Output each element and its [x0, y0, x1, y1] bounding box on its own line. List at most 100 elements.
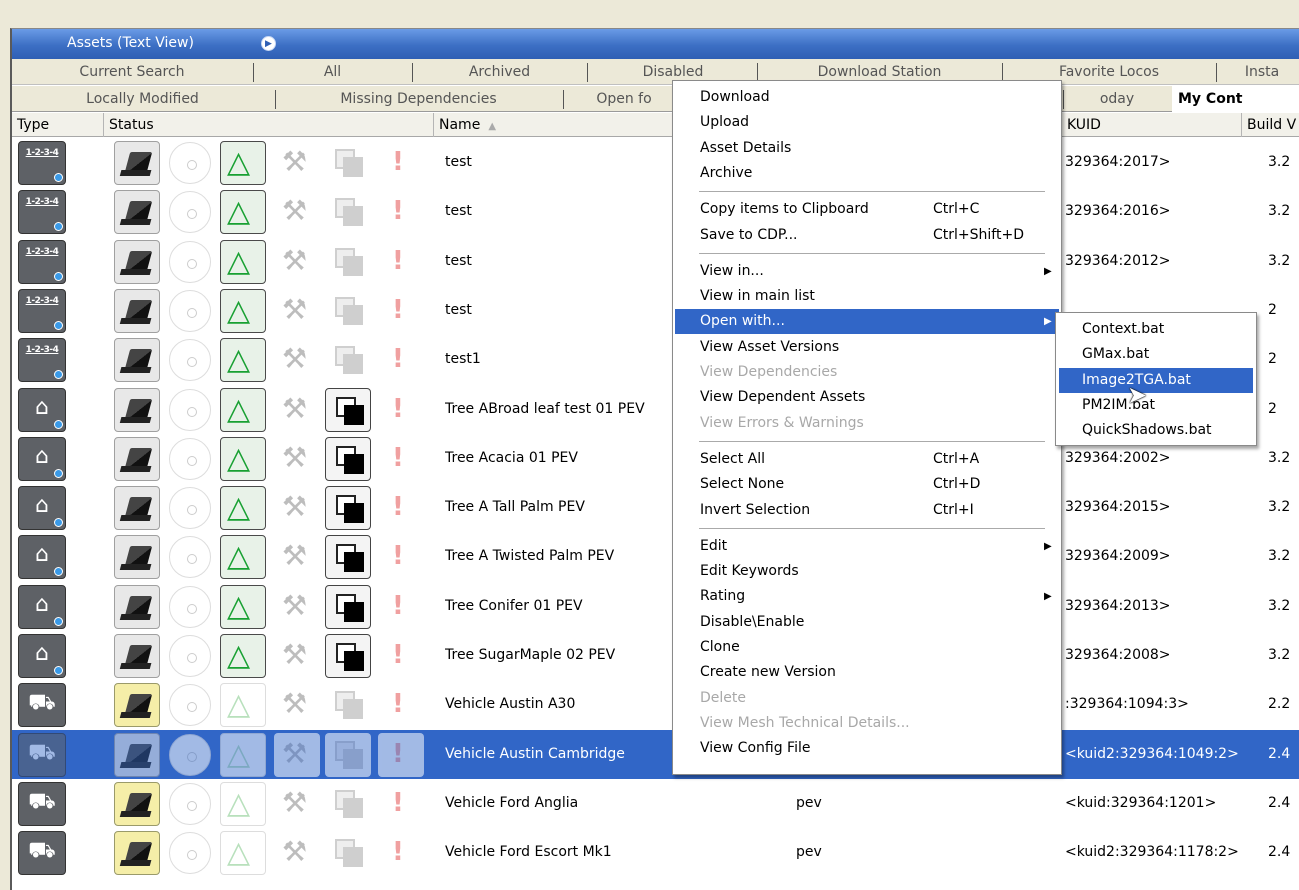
tab-row2-2[interactable]: Open fo	[564, 86, 684, 112]
menu-item-shortcut: Ctrl+A	[933, 450, 980, 467]
tab-row2-1[interactable]: Missing Dependencies	[276, 86, 561, 112]
menu-item-view-in[interactable]: View in... ▶	[675, 259, 1059, 284]
submenu-item-pm2im-bat[interactable]: PM2IM.bat	[1059, 393, 1253, 418]
schedule-type-icon: 1-2-3-4	[18, 239, 66, 284]
column-header-name[interactable]: Name ▲	[434, 113, 684, 137]
laptop-shape	[123, 497, 153, 522]
menu-item-asset-details[interactable]: Asset Details	[675, 136, 1059, 161]
tab-row2-4[interactable]: oday	[1064, 86, 1170, 112]
tools-glyph: ⚒	[282, 736, 308, 770]
disc-icon	[169, 388, 211, 431]
column-header-status[interactable]: Status	[104, 113, 434, 137]
laptop-icon	[114, 288, 160, 333]
exclamation-icon: !	[378, 781, 424, 826]
menu-item-edit[interactable]: Edit ▶	[675, 534, 1059, 559]
tab-2[interactable]: Archived	[413, 59, 586, 85]
asset-kuid: 329364:2015>	[1065, 499, 1171, 516]
menu-item-disable-enable[interactable]: Disable\Enable	[675, 610, 1059, 635]
column-header-type[interactable]: Type	[12, 113, 104, 137]
table-row[interactable]: ⛟ △ ⚒! Vehicle Austin A30:329364:1094:3> 2.2	[12, 680, 1299, 730]
submenu-item-label: GMax.bat	[1082, 346, 1150, 363]
menu-item-rating[interactable]: Rating ▶	[675, 584, 1059, 609]
menu-item-create-new-version[interactable]: Create new Version	[675, 660, 1059, 685]
menu-item-label: Clone	[700, 639, 740, 655]
copy-front	[344, 651, 364, 671]
tab-6[interactable]: Insta	[1217, 59, 1299, 85]
laptop-icon	[114, 387, 160, 432]
submenu-item-gmax-bat[interactable]: GMax.bat	[1059, 342, 1253, 367]
laptop-icon	[114, 732, 160, 777]
menu-item-invert-selection[interactable]: Invert Selection Ctrl+I	[675, 498, 1059, 523]
table-row[interactable]: 1-2-3-4 △ ⚒! test 329364:2016> 3.2	[12, 187, 1299, 237]
submenu-item-image2tga-bat[interactable]: Image2TGA.bat	[1059, 367, 1253, 393]
tab-separator	[275, 90, 276, 109]
house-icon: ⌂	[35, 443, 49, 469]
exclamation-glyph: !	[392, 196, 404, 227]
schedule-type-icon: 1-2-3-4	[18, 288, 66, 333]
car-icon: ⛟	[28, 739, 56, 765]
context-menu: Download Upload Asset Details Archive Copy i…	[672, 80, 1062, 775]
submenu-item-context-bat[interactable]: Context.bat	[1059, 317, 1253, 342]
menu-item-download[interactable]: Download	[675, 85, 1059, 110]
asset-build: 3.2	[1268, 203, 1291, 220]
tab-row2-5[interactable]: My Cont	[1172, 86, 1299, 112]
menu-item-view-in-main-list[interactable]: View in main list	[675, 284, 1059, 309]
triangle-icon: △	[220, 732, 266, 777]
table-row[interactable]: ⌂ △ ⚒! Tree A Tall Palm PEV 329364:2015> 3.2	[12, 483, 1299, 533]
laptop-shape	[123, 201, 153, 226]
menu-item-edit-keywords[interactable]: Edit Keywords	[675, 559, 1059, 584]
table-row[interactable]: 1-2-3-4 △ ⚒! test 329364:2012> 3.2	[12, 236, 1299, 286]
table-row[interactable]: ⌂ △ ⚒! Tree SugarMaple 02 PEV 329364:2008> 3.…	[12, 631, 1299, 680]
vehicle-type-icon: ⛟	[18, 831, 66, 876]
submenu-arrow-icon: ▶	[1044, 540, 1052, 552]
menu-item-archive[interactable]: Archive	[675, 161, 1059, 186]
triangle-icon: △	[220, 781, 266, 826]
menu-item-open-with[interactable]: Open with... ▶	[675, 309, 1059, 335]
table-row[interactable]: ⛟△⚒!Vehicle Austin Cambridgepev<kuid2:32…	[12, 729, 1299, 779]
menu-item-shortcut: Ctrl+D	[933, 476, 981, 493]
menu-item-view-config-file[interactable]: View Config File	[675, 736, 1059, 761]
play-icon[interactable]: ▶	[261, 36, 276, 51]
table-row[interactable]: ⛟ △ ⚒! Vehicle Ford Anglia pev <kuid:329364:1…	[12, 778, 1299, 828]
house-icon: ⌂	[35, 591, 49, 617]
triangle-glyph: △	[227, 194, 251, 230]
triangle-icon: △	[220, 634, 266, 678]
title-bar[interactable]: Assets (Text View) ▶	[12, 29, 1299, 59]
column-header-kuid[interactable]: KUID	[1062, 113, 1242, 137]
copy-front	[343, 699, 363, 720]
menu-item-select-none[interactable]: Select None Ctrl+D	[675, 472, 1059, 497]
table-row[interactable]: 1-2-3-4 △ ⚒! test 329364:2017> 3.2	[12, 138, 1299, 187]
column-header-name-label: Name	[439, 117, 481, 133]
menu-item-view-asset-versions[interactable]: View Asset Versions	[675, 335, 1059, 360]
column-header-build[interactable]: Build V	[1242, 113, 1299, 137]
asset-kuid: 329364:2016>	[1065, 203, 1171, 220]
tools-glyph: ⚒	[282, 539, 308, 573]
tools-icon: ⚒	[274, 436, 320, 481]
triangle-icon: △	[220, 190, 266, 235]
tools-glyph: ⚒	[282, 687, 308, 721]
column-header-type-label: Type	[17, 117, 50, 133]
laptop-icon	[114, 436, 160, 481]
exclamation-icon: !	[378, 584, 424, 629]
menu-item-label: View Dependent Assets	[700, 389, 866, 406]
menu-item-view-dependent-assets[interactable]: View Dependent Assets	[675, 385, 1059, 410]
menu-item-clone[interactable]: Clone	[675, 635, 1059, 660]
menu-item-upload[interactable]: Upload	[675, 110, 1059, 135]
menu-item-save-to-cdp[interactable]: Save to CDP... Ctrl+Shift+D	[675, 223, 1059, 248]
tab-1[interactable]: All	[254, 59, 411, 85]
menu-separator	[699, 440, 1045, 442]
info-dot-icon	[54, 271, 63, 281]
exclamation-icon: !	[378, 288, 424, 333]
table-row[interactable]: ⌂ △ ⚒! Tree A Twisted Palm PEV 329364:2009> 3…	[12, 532, 1299, 582]
copy-icon	[325, 141, 371, 185]
copy-front	[343, 797, 363, 818]
table-row[interactable]: ⌂ △ ⚒! Tree Conifer 01 PEV 329364:2013> 3.2	[12, 581, 1299, 631]
menu-item-copy-items-to-clipboard[interactable]: Copy items to Clipboard Ctrl+C	[675, 197, 1059, 222]
tab-row2-0[interactable]: Locally Modified	[12, 86, 273, 112]
submenu-item-quickshadows-bat[interactable]: QuickShadows.bat	[1059, 418, 1253, 443]
exclamation-glyph: !	[392, 837, 404, 868]
tab-0[interactable]: Current Search	[12, 59, 252, 85]
triangle-glyph: △	[227, 588, 251, 624]
table-row[interactable]: ⛟ △ ⚒! Vehicle Ford Escort Mk1 pev <kuid2:329…	[12, 828, 1299, 878]
menu-item-select-all[interactable]: Select All Ctrl+A	[675, 447, 1059, 472]
